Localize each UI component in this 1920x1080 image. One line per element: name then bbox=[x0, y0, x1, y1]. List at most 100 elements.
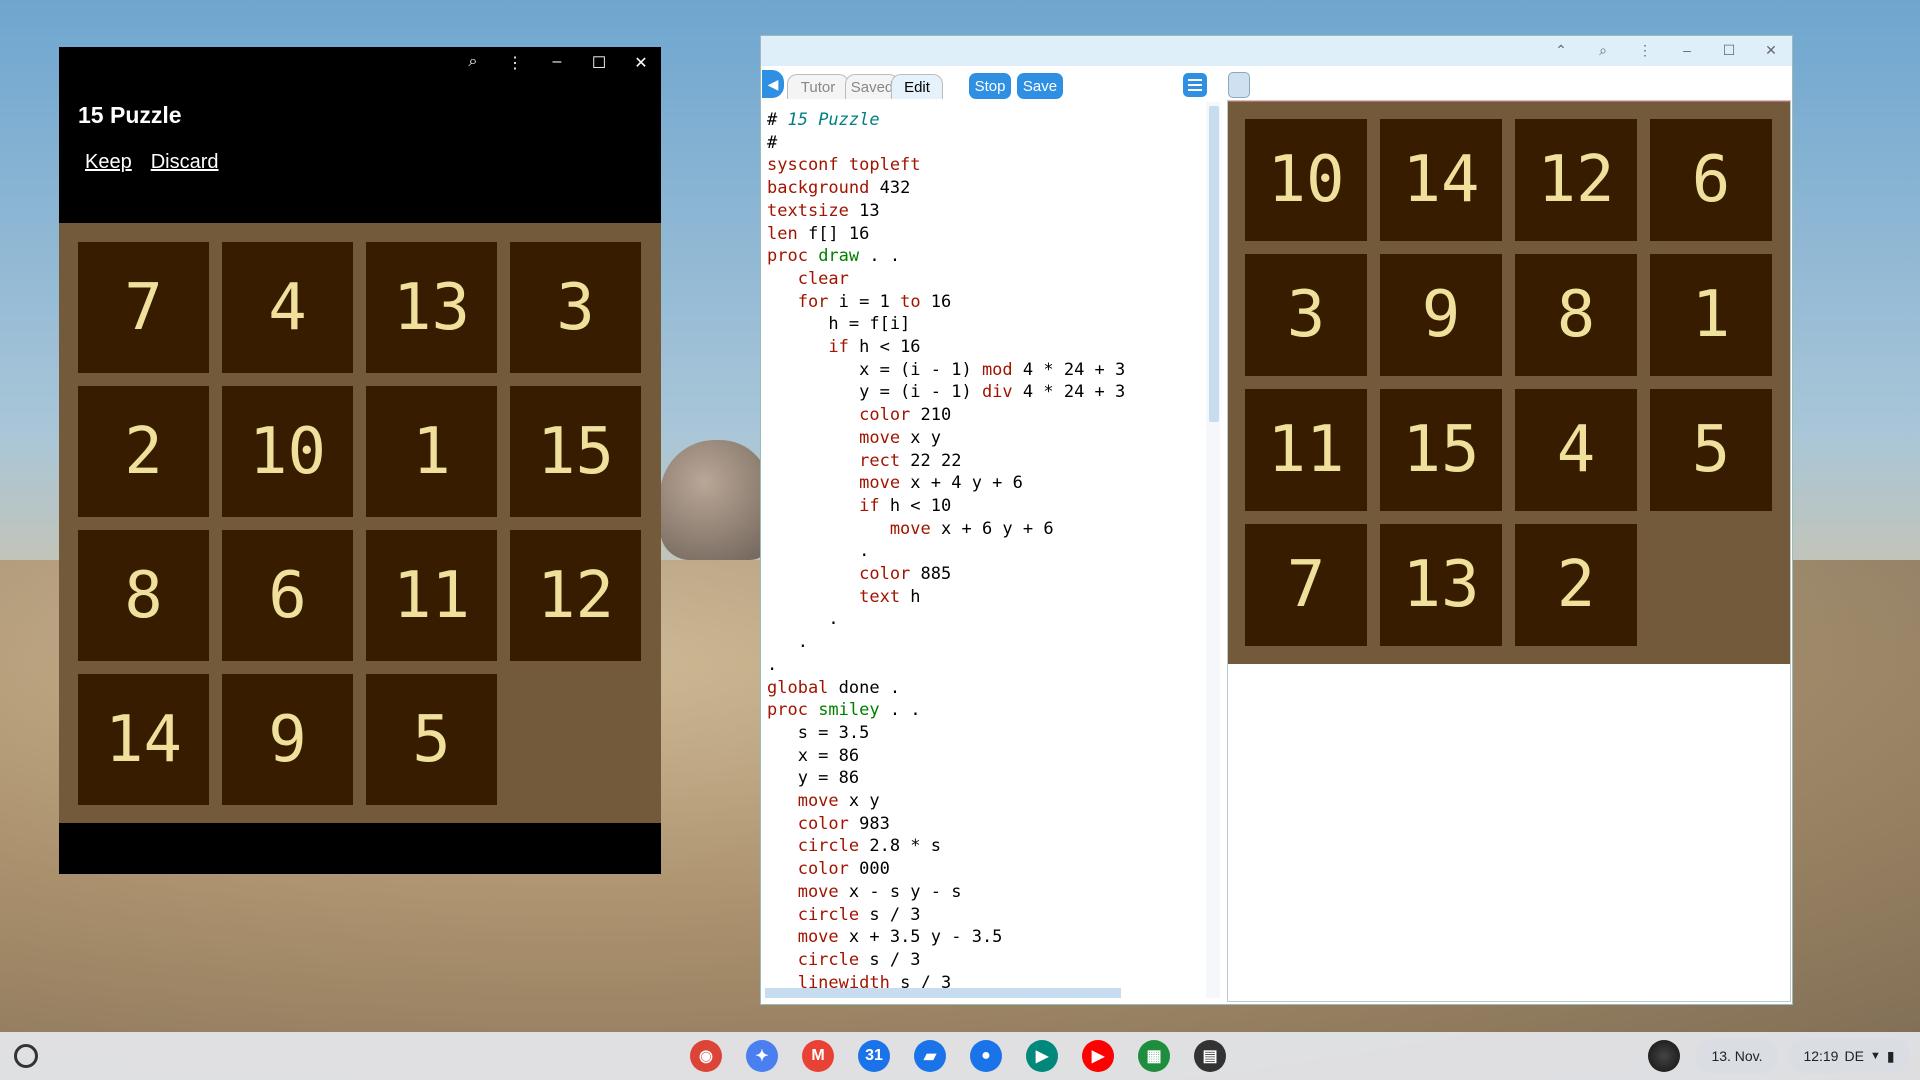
code-line[interactable]: color 885 bbox=[767, 564, 951, 584]
code-line[interactable]: move x - s y - s bbox=[767, 882, 962, 902]
save-button[interactable]: Save bbox=[1017, 73, 1063, 99]
chrome-icon[interactable]: ◉ bbox=[690, 1040, 722, 1072]
puzzle-tile[interactable]: 14 bbox=[78, 674, 209, 805]
canvas-tile[interactable]: 9 bbox=[1380, 254, 1502, 376]
puzzle-tile[interactable]: 8 bbox=[78, 530, 209, 661]
back-arrow-icon[interactable]: ◀ bbox=[762, 70, 784, 98]
code-line[interactable]: len f[] 16 bbox=[767, 224, 869, 244]
puzzle-tile[interactable]: 7 bbox=[78, 242, 209, 373]
maximize-icon[interactable]: ☐ bbox=[589, 53, 609, 73]
messages-icon[interactable]: ● bbox=[970, 1040, 1002, 1072]
canvas-tile[interactable]: 7 bbox=[1245, 524, 1367, 646]
code-line[interactable]: rect 22 22 bbox=[767, 451, 961, 471]
puzzle-tile[interactable]: 1 bbox=[366, 386, 497, 517]
code-line[interactable]: # bbox=[767, 133, 777, 153]
code-line[interactable]: clear bbox=[767, 269, 849, 289]
user-avatar[interactable] bbox=[1648, 1040, 1680, 1072]
puzzle-tile[interactable]: 11 bbox=[366, 530, 497, 661]
close-icon[interactable]: ✕ bbox=[631, 53, 651, 73]
code-line[interactable]: y = 86 bbox=[767, 768, 859, 788]
gmail-icon[interactable]: M bbox=[802, 1040, 834, 1072]
puzzle-tile[interactable]: 10 bbox=[222, 386, 353, 517]
tab-tutor[interactable]: Tutor bbox=[787, 74, 849, 99]
puzzle-tile[interactable]: 2 bbox=[78, 386, 209, 517]
meet-icon[interactable]: ▶ bbox=[1026, 1040, 1058, 1072]
code-line[interactable]: circle s / 3 bbox=[767, 950, 921, 970]
puzzle-board[interactable]: 7 4 13 3 2 10 1 15 8 6 11 12 14 9 5 bbox=[59, 223, 661, 823]
hamburger-menu-icon[interactable] bbox=[1183, 73, 1207, 97]
code-line[interactable]: . bbox=[767, 632, 808, 652]
status-tray[interactable]: 12:19 DE ▼ ▮ bbox=[1788, 1038, 1910, 1074]
puzzle-tile[interactable]: 9 bbox=[222, 674, 353, 805]
discard-link[interactable]: Discard bbox=[151, 151, 219, 174]
launcher-icon[interactable] bbox=[14, 1044, 38, 1068]
canvas-tile[interactable]: 15 bbox=[1380, 389, 1502, 511]
code-line[interactable]: if h < 16 bbox=[767, 337, 920, 357]
code-line[interactable]: for i = 1 to 16 bbox=[767, 292, 952, 312]
code-line[interactable]: . bbox=[767, 655, 777, 675]
code-line[interactable]: textsize 13 bbox=[767, 201, 880, 221]
canvas-tile[interactable]: 10 bbox=[1245, 119, 1367, 241]
code-line[interactable]: move x y bbox=[767, 428, 941, 448]
code-line[interactable]: move x + 4 y + 6 bbox=[767, 473, 1023, 493]
minimize-icon[interactable]: – bbox=[547, 53, 567, 73]
canvas-tile[interactable]: 11 bbox=[1245, 389, 1367, 511]
code-line[interactable]: h = f[i] bbox=[767, 314, 910, 334]
code-line[interactable]: # 15 Puzzle bbox=[767, 110, 880, 130]
stop-button[interactable]: Stop bbox=[969, 73, 1011, 99]
code-line[interactable]: circle 2.8 * s bbox=[767, 836, 941, 856]
keep-link[interactable]: Keep bbox=[85, 151, 132, 174]
code-line[interactable]: color 983 bbox=[767, 814, 890, 834]
code-line[interactable]: proc smiley . . bbox=[767, 700, 921, 720]
code-line[interactable]: . bbox=[767, 541, 869, 561]
code-line[interactable]: . bbox=[767, 609, 838, 629]
canvas-tile[interactable]: 1 bbox=[1650, 254, 1772, 376]
maximize-icon[interactable]: ☐ bbox=[1722, 42, 1736, 59]
zoom-icon[interactable]: ⌕ bbox=[463, 53, 483, 73]
date-pill[interactable]: 13. Nov. bbox=[1696, 1038, 1778, 1074]
canvas-tile[interactable]: 6 bbox=[1650, 119, 1772, 241]
code-line[interactable]: color 210 bbox=[767, 405, 951, 425]
editor-app-icon[interactable]: ▤ bbox=[1194, 1040, 1226, 1072]
collapse-icon[interactable]: ⌃ bbox=[1554, 42, 1568, 59]
calendar-icon[interactable]: 31 bbox=[858, 1040, 890, 1072]
canvas-tile[interactable]: 5 bbox=[1650, 389, 1772, 511]
code-vertical-scrollbar[interactable] bbox=[1209, 106, 1219, 422]
puzzle-tile[interactable]: 4 bbox=[222, 242, 353, 373]
more-menu-icon[interactable]: ⋮ bbox=[505, 53, 525, 73]
code-line[interactable]: x = (i - 1) mod 4 * 24 + 3 bbox=[767, 360, 1125, 380]
code-horizontal-scrollbar[interactable] bbox=[765, 988, 1121, 998]
puzzle-tile[interactable]: 15 bbox=[510, 386, 641, 517]
code-line[interactable]: move x y bbox=[767, 791, 880, 811]
puzzle-tile[interactable]: 6 bbox=[222, 530, 353, 661]
code-line[interactable]: move x + 6 y + 6 bbox=[767, 519, 1054, 539]
close-icon[interactable]: ✕ bbox=[1764, 42, 1778, 59]
gemini-icon[interactable]: ✦ bbox=[746, 1040, 778, 1072]
code-line[interactable]: y = (i - 1) div 4 * 24 + 3 bbox=[767, 382, 1125, 402]
secondary-toolbar-button[interactable] bbox=[1228, 72, 1250, 98]
code-line[interactable]: if h < 10 bbox=[767, 496, 951, 516]
canvas-tile[interactable]: 8 bbox=[1515, 254, 1637, 376]
tab-edit[interactable]: Edit bbox=[891, 74, 943, 99]
canvas-tile[interactable]: 2 bbox=[1515, 524, 1637, 646]
code-line[interactable]: x = 86 bbox=[767, 746, 859, 766]
more-menu-icon[interactable]: ⋮ bbox=[1638, 42, 1652, 59]
code-line[interactable]: circle s / 3 bbox=[767, 905, 921, 925]
graphics-canvas[interactable]: 10 14 12 6 3 9 8 1 11 15 4 5 7 13 2 bbox=[1228, 101, 1790, 664]
puzzle-tile[interactable]: 5 bbox=[366, 674, 497, 805]
canvas-tile[interactable]: 4 bbox=[1515, 389, 1637, 511]
puzzle-app-icon[interactable]: ▦ bbox=[1138, 1040, 1170, 1072]
code-line[interactable]: text h bbox=[767, 587, 920, 607]
code-line[interactable]: proc draw . . bbox=[767, 246, 900, 266]
code-editor[interactable]: # 15 Puzzle # sysconf topleft background 43… bbox=[761, 102, 1211, 998]
code-line[interactable]: sysconf topleft bbox=[767, 155, 921, 175]
puzzle-tile[interactable]: 12 bbox=[510, 530, 641, 661]
canvas-tile[interactable]: 14 bbox=[1380, 119, 1502, 241]
puzzle-tile[interactable]: 3 bbox=[510, 242, 641, 373]
canvas-tile[interactable]: 3 bbox=[1245, 254, 1367, 376]
code-line[interactable]: s = 3.5 bbox=[767, 723, 870, 743]
canvas-tile[interactable]: 13 bbox=[1380, 524, 1502, 646]
minimize-icon[interactable]: – bbox=[1680, 42, 1694, 59]
code-line[interactable]: global done . bbox=[767, 678, 900, 698]
canvas-tile[interactable]: 12 bbox=[1515, 119, 1637, 241]
